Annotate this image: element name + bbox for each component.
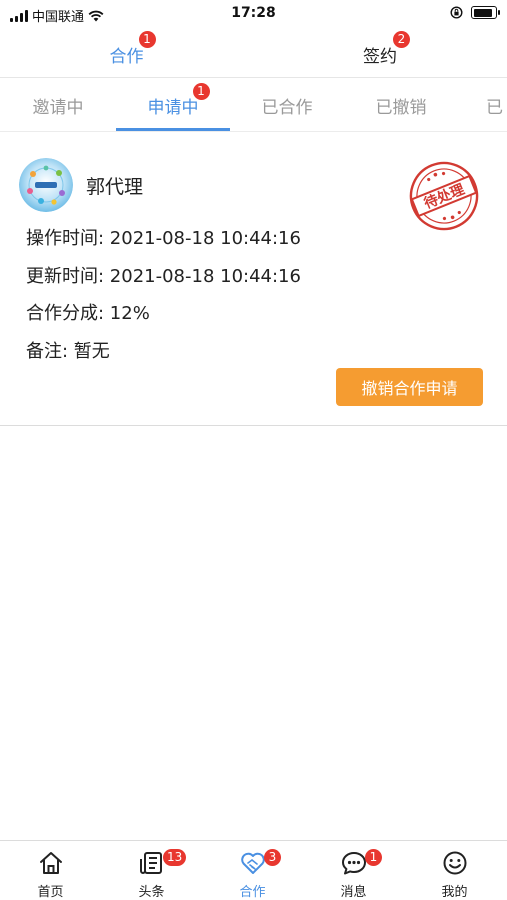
- nav-cooperation-label: 合作: [239, 885, 266, 900]
- orientation-lock-icon: [450, 6, 463, 19]
- smile-icon: [443, 851, 467, 875]
- status-time: 17:28: [231, 5, 276, 21]
- tab-revoked[interactable]: 已撤销: [344, 80, 458, 130]
- handshake-heart-icon: [241, 852, 265, 874]
- nav-messages-label: 消息: [340, 885, 367, 900]
- tab-more-partial[interactable]: 已: [486, 80, 507, 130]
- nav-news-label: 头条: [138, 885, 165, 900]
- battery-icon: [471, 6, 500, 19]
- bottom-tab-bar: 首页 13 头条 3 合作 1 消息 我的: [0, 840, 507, 900]
- nav-news[interactable]: 13 头条: [101, 841, 202, 900]
- tab-applying-label: 申请中 1: [148, 82, 210, 118]
- nav-home-label: 首页: [37, 885, 64, 900]
- avatar: [19, 158, 73, 212]
- agent-name: 郭代理: [86, 176, 144, 198]
- nav-home[interactable]: 首页: [0, 841, 101, 900]
- nav-news-badge: 13: [163, 849, 187, 866]
- tab-cooperation[interactable]: 合作 1: [0, 30, 253, 78]
- nav-messages-badge: 1: [365, 849, 382, 866]
- remark: 备注: 暂无: [26, 341, 110, 362]
- tab-cooperation-badge: 1: [138, 30, 156, 48]
- tab-contract-badge: 2: [393, 30, 410, 48]
- tab-applying-badge: 1: [192, 82, 210, 100]
- top-tab-bar: 合作 1 签约 2: [0, 30, 507, 78]
- tab-cooperation-label: 合作 1: [110, 30, 156, 67]
- nav-cooperation[interactable]: 3 合作: [202, 841, 303, 900]
- cooperation-card: 郭代理 待处理 操作时间: 2021-08-18 10:44:16 更新时间: …: [0, 148, 507, 426]
- news-icon: [140, 852, 162, 874]
- nav-profile[interactable]: 我的: [404, 841, 505, 900]
- status-right: [450, 6, 500, 19]
- tab-contract-label: 签约 2: [363, 30, 410, 67]
- home-icon: [40, 852, 62, 874]
- tab-contract[interactable]: 签约 2: [253, 30, 507, 78]
- status-bar: 中国联通 17:28: [0, 0, 507, 28]
- nav-profile-label: 我的: [441, 885, 468, 900]
- pending-stamp-icon: 待处理: [409, 161, 479, 231]
- nav-messages[interactable]: 1 消息: [303, 841, 404, 900]
- active-tab-indicator: [116, 128, 230, 131]
- nav-cooperation-badge: 3: [264, 849, 281, 866]
- revenue-share: 合作分成: 12%: [26, 303, 150, 324]
- tab-cooperated[interactable]: 已合作: [230, 80, 344, 130]
- update-time: 更新时间: 2021-08-18 10:44:16: [26, 266, 301, 287]
- operation-time: 操作时间: 2021-08-18 10:44:16: [26, 228, 301, 249]
- tab-applying[interactable]: 申请中 1: [116, 80, 230, 130]
- message-icon: [342, 852, 366, 875]
- cancel-application-button[interactable]: 撤销合作申请: [336, 368, 483, 406]
- tab-inviting[interactable]: 邀请中: [0, 80, 116, 130]
- status-tab-bar: 邀请中 申请中 1 已合作 已撤销 已: [0, 80, 507, 132]
